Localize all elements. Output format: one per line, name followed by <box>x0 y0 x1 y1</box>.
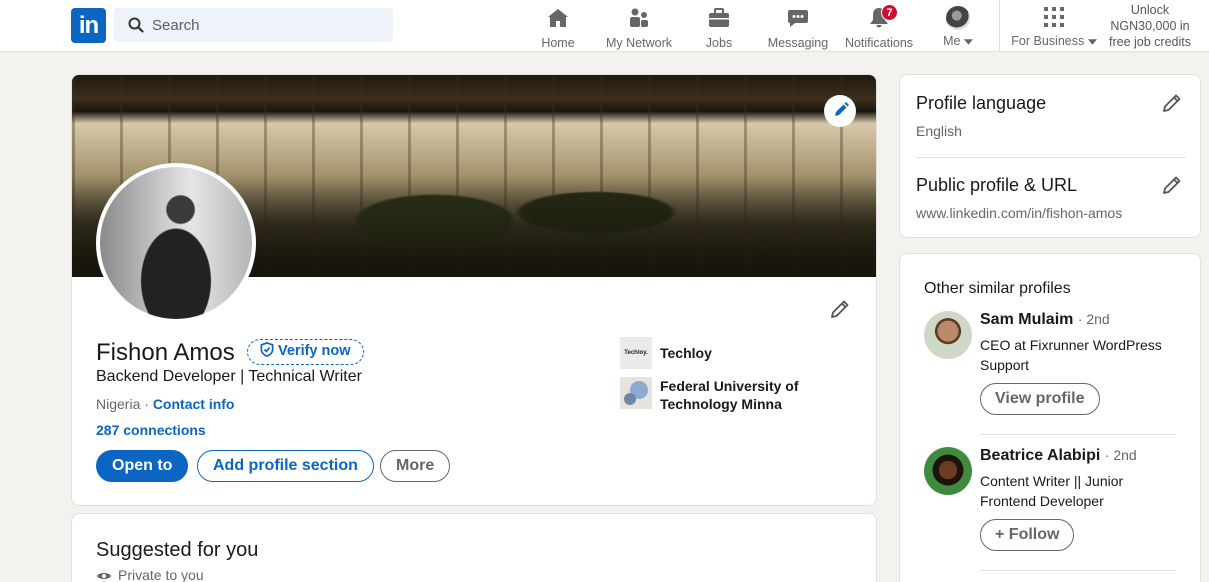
separator-dot: · <box>140 396 153 412</box>
profile-photo[interactable] <box>96 163 256 323</box>
nav-label: My Network <box>606 36 672 50</box>
open-to-button[interactable]: Open to <box>96 450 189 482</box>
connection-degree: · 2nd <box>1104 447 1137 463</box>
similar-profiles-title: Other similar profiles <box>924 280 1071 297</box>
eye-icon <box>97 573 111 579</box>
nav-label: Jobs <box>705 36 733 50</box>
more-button[interactable]: More <box>380 450 451 482</box>
privacy-row: Private to you <box>96 567 204 582</box>
nav-jobs[interactable]: Jobs <box>698 4 740 50</box>
top-navigation-bar: in Home My Network Jobs Messaging 7 Noti… <box>0 0 1209 52</box>
profile-settings-card: Profile language English Public profile … <box>899 74 1201 238</box>
school-logo <box>620 377 652 409</box>
briefcase-icon <box>709 8 729 27</box>
chevron-down-icon <box>963 39 973 45</box>
nav-messaging[interactable]: Messaging <box>764 4 832 50</box>
profile-card: Fishon Amos Verify now Backend Developer… <box>71 74 877 506</box>
divider <box>980 434 1176 435</box>
pencil-icon <box>835 102 849 116</box>
chevron-down-icon <box>1087 39 1097 45</box>
divider <box>916 157 1186 158</box>
edit-language-pencil-icon[interactable] <box>1160 91 1184 115</box>
edit-intro-pencil-icon[interactable] <box>828 297 852 321</box>
edit-banner-button[interactable] <box>824 95 856 127</box>
nav-notifications[interactable]: 7 Notifications <box>840 4 918 50</box>
person-name: Sam Mulaim <box>980 311 1074 328</box>
messaging-icon <box>788 10 808 27</box>
suggested-title: Suggested for you <box>96 539 259 561</box>
avatar[interactable] <box>924 311 972 359</box>
unlock-line: Unlock <box>1130 3 1170 17</box>
profile-location: Nigeria <box>96 396 141 412</box>
profile-name: Fishon Amos <box>96 339 235 366</box>
bell-wrapper: 7 <box>866 4 898 30</box>
person-headline: Content Writer || Junior Frontend Develo… <box>980 473 1124 509</box>
nav-label: Messaging <box>767 36 829 50</box>
network-icon <box>630 8 648 27</box>
privacy-label: Private to you <box>118 567 204 582</box>
shield-check-icon <box>260 342 274 357</box>
company-logo: Techloy. <box>620 337 652 369</box>
home-icon <box>548 9 568 27</box>
linkedin-logo[interactable]: in <box>71 8 106 43</box>
similar-profiles-card: Other similar profiles Sam Mulaim · 2nd … <box>899 253 1201 582</box>
nav-for-business[interactable]: For Business <box>1008 4 1100 48</box>
profile-headline: Backend Developer | Technical Writer <box>96 368 362 385</box>
person-name-row[interactable]: Beatrice Alabipi · 2nd <box>980 447 1137 465</box>
nav-my-network[interactable]: My Network <box>600 4 678 50</box>
search-input[interactable] <box>152 8 382 42</box>
nav-home[interactable]: Home <box>534 4 582 50</box>
person-headline: CEO at Fixrunner WordPress Support <box>980 337 1162 373</box>
profile-language-value: English <box>916 123 962 139</box>
business-label-row: For Business <box>1008 34 1100 48</box>
me-label: Me <box>943 34 961 48</box>
school-name: Federal University of Technology Minna <box>660 378 799 412</box>
me-avatar <box>946 6 970 30</box>
unlock-job-credits-link[interactable]: Unlock NGN30,000 in free job credits <box>1100 2 1200 50</box>
profile-language-title: Profile language <box>916 93 1047 113</box>
connection-degree: · 2nd <box>1077 311 1110 327</box>
view-profile-button[interactable]: View profile <box>980 383 1100 415</box>
notification-badge: 7 <box>881 4 898 21</box>
search-box[interactable] <box>114 8 393 42</box>
business-label: For Business <box>1011 34 1085 48</box>
person-name: Beatrice Alabipi <box>980 447 1101 464</box>
public-profile-title: Public profile & URL <box>916 175 1078 195</box>
nav-label: Notifications <box>844 36 914 50</box>
unlock-line: NGN30,000 in <box>1110 19 1190 33</box>
person-name-row[interactable]: Sam Mulaim · 2nd <box>980 311 1110 329</box>
nav-label: Home <box>541 36 575 50</box>
verify-label: Verify now <box>278 343 351 359</box>
add-profile-section-button[interactable]: Add profile section <box>197 450 374 482</box>
nav-label: Me <box>936 34 980 48</box>
avatar[interactable] <box>924 447 972 495</box>
connections-link[interactable]: 287 connections <box>96 422 206 438</box>
company-name: Techloy <box>660 345 712 361</box>
public-profile-url[interactable]: www.linkedin.com/in/fishon-amos <box>916 205 1122 221</box>
unlock-line: free job credits <box>1109 35 1191 49</box>
follow-button[interactable]: + Follow <box>980 519 1075 551</box>
divider <box>980 570 1176 571</box>
search-icon <box>128 17 144 33</box>
edit-url-pencil-icon[interactable] <box>1160 173 1184 197</box>
location-row: Nigeria · Contact info <box>96 396 234 412</box>
nav-me[interactable]: Me <box>936 4 980 48</box>
verify-now-button[interactable]: Verify now <box>247 339 364 365</box>
nav-divider <box>999 0 1000 52</box>
contact-info-link[interactable]: Contact info <box>153 396 235 412</box>
suggested-for-you-card: Suggested for you Private to you <box>71 513 877 582</box>
grid-icon <box>1044 7 1064 27</box>
